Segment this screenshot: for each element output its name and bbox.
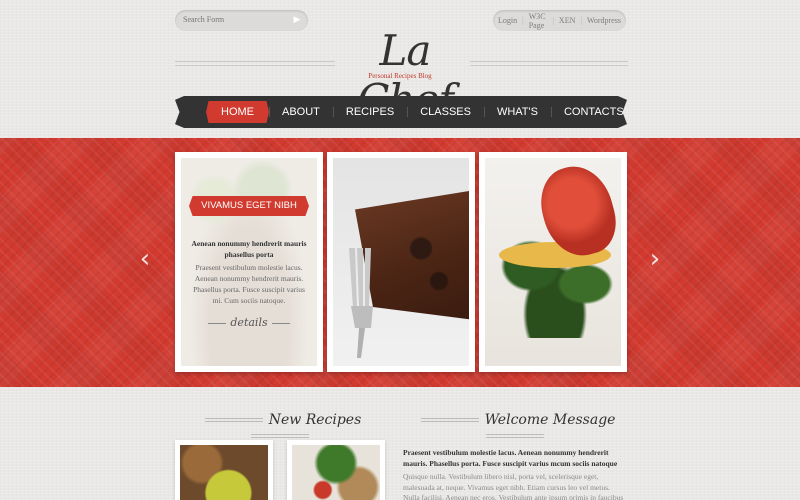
heading-rule bbox=[204, 418, 263, 422]
heading-rule bbox=[251, 434, 309, 438]
card-body: Praesent vestibulum molestie lacus. Aene… bbox=[193, 263, 305, 305]
login-link[interactable]: Login bbox=[493, 16, 522, 25]
card-heading: Aenean nonummy hendrerit mauris phasellu… bbox=[191, 239, 307, 259]
logo-rule-left bbox=[175, 61, 335, 66]
top-links: Login | W3C Page | XEN | Wordpress bbox=[493, 10, 626, 31]
fork-icon bbox=[349, 248, 373, 358]
welcome-lead: Praesent vestibulum molestie lacus. Aene… bbox=[403, 448, 618, 468]
welcome-title: Welcome Message bbox=[484, 412, 616, 428]
slider-card-1[interactable]: VIVAMUS EGET NIBH Aenean nonummy hendrer… bbox=[175, 152, 323, 372]
herb-dish-image bbox=[292, 445, 380, 500]
nav-item-about[interactable]: ABOUT bbox=[269, 101, 333, 123]
nav-item-home[interactable]: HOME bbox=[206, 101, 269, 123]
logo-rule-right bbox=[470, 61, 628, 66]
nav-item-recipes[interactable]: RECIPES bbox=[332, 101, 407, 123]
recipe-thumbnail-2[interactable] bbox=[287, 440, 385, 500]
salad-image: VIVAMUS EGET NIBH Aenean nonummy hendrer… bbox=[181, 158, 317, 366]
card-ribbon: VIVAMUS EGET NIBH bbox=[189, 196, 309, 216]
heading-rule bbox=[486, 434, 544, 438]
slider-card-2[interactable] bbox=[327, 152, 475, 372]
welcome-body: Quisque nulla. Vestibulum libero nisl, p… bbox=[403, 472, 624, 500]
welcome-message: Praesent vestibulum molestie lacus. Aene… bbox=[403, 448, 627, 500]
search-box[interactable]: ▶ bbox=[175, 10, 308, 31]
xen-link[interactable]: XEN bbox=[554, 16, 580, 25]
search-arrow-icon[interactable]: ▶ bbox=[290, 13, 304, 27]
slider-prev-arrow-icon[interactable]: ‹ bbox=[136, 245, 154, 273]
recipe-thumbnail-1[interactable] bbox=[175, 440, 273, 500]
slider-card-3[interactable] bbox=[479, 152, 627, 372]
tomato-stack-image bbox=[485, 158, 621, 366]
details-link[interactable]: details bbox=[191, 316, 307, 329]
w3c-page-link[interactable]: W3C Page bbox=[524, 12, 553, 30]
main-nav: HOME ABOUT RECIPES CLASSES WHAT'S NEW? C… bbox=[175, 96, 627, 128]
site-tagline: Personal Recipes Blog bbox=[368, 72, 432, 80]
welcome-heading: Welcome Message bbox=[403, 412, 627, 444]
slider-next-arrow-icon[interactable]: › bbox=[646, 245, 664, 273]
wordpress-link[interactable]: Wordpress bbox=[582, 16, 626, 25]
nav-item-classes[interactable]: CLASSES bbox=[407, 101, 484, 123]
chocolate-cake-image bbox=[333, 158, 469, 366]
heading-rule bbox=[420, 418, 479, 422]
nav-item-contacts[interactable]: CONTACTS bbox=[550, 101, 627, 123]
soup-image bbox=[180, 445, 268, 500]
nav-item-whats-new[interactable]: WHAT'S NEW? bbox=[483, 101, 551, 123]
new-recipes-title: New Recipes bbox=[268, 412, 362, 428]
search-input[interactable] bbox=[183, 15, 283, 24]
